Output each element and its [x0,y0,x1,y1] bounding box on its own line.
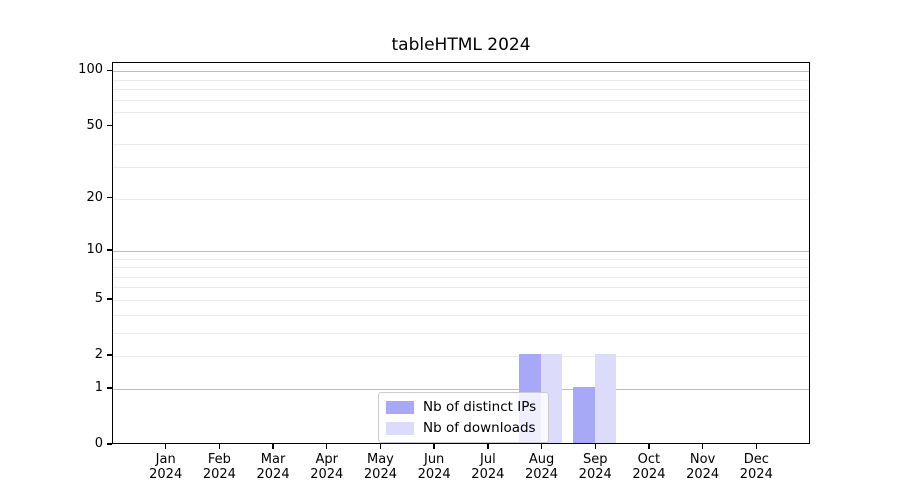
x-tick-May [380,444,381,449]
gridline-7 [113,277,809,278]
x-tick-label-Dec: Dec2024 [726,452,786,482]
legend-label-distinct-ips: Nb of distinct IPs [423,399,536,415]
x-tick-Sep [595,444,596,449]
x-tick-label-year: 2024 [512,467,572,482]
plot-area: Nb of distinct IPs Nb of downloads [112,62,810,444]
x-tick-Apr [326,444,327,449]
x-tick-label-Mar: Mar2024 [243,452,303,482]
x-tick-Dec [756,444,757,449]
y-tick-label-50: 50 [57,119,103,133]
x-tick-label-year: 2024 [243,467,303,482]
x-tick-Jan [165,444,166,449]
y-tick-label-0: 0 [57,437,103,451]
x-tick-label-year: 2024 [673,467,733,482]
x-tick-label-year: 2024 [458,467,518,482]
y-tick-label-1: 1 [57,381,103,395]
legend-row-distinct-ips: Nb of distinct IPs [386,399,536,415]
x-tick-label-year: 2024 [726,467,786,482]
x-tick-Jun [433,444,434,449]
x-tick-label-Aug: Aug2024 [512,452,572,482]
y-tick-label-100: 100 [57,63,103,77]
y-tick-label-2: 2 [57,348,103,362]
y-tick-100 [107,70,112,71]
gridline-100 [113,71,809,72]
gridline-20 [113,199,809,200]
x-tick-label-May: May2024 [350,452,410,482]
y-tick-1 [107,387,112,388]
x-tick-label-year: 2024 [189,467,249,482]
y-tick-label-20: 20 [57,191,103,205]
y-tick-50 [107,125,112,126]
gridline-60 [113,112,809,113]
x-tick-label-year: 2024 [136,467,196,482]
gridline-90 [113,80,809,81]
gridline-80 [113,89,809,90]
legend-row-downloads: Nb of downloads [386,420,536,436]
x-tick-label-Nov: Nov2024 [673,452,733,482]
y-tick-2 [107,354,112,355]
gridline-40 [113,144,809,145]
legend-swatch-downloads [386,422,414,435]
gridline-6 [113,287,809,288]
gridline-30 [113,167,809,168]
y-tick-label-5: 5 [57,292,103,306]
x-tick-label-Jun: Jun2024 [404,452,464,482]
gridline-5 [113,300,809,301]
x-tick-label-year: 2024 [404,467,464,482]
gridline-3 [113,333,809,334]
x-tick-Feb [219,444,220,449]
gridline-9 [113,259,809,260]
x-tick-label-Jul: Jul2024 [458,452,518,482]
legend-swatch-distinct-ips [386,401,414,414]
x-tick-label-Apr: Apr2024 [297,452,357,482]
y-tick-label-10: 10 [57,243,103,257]
x-tick-Oct [648,444,649,449]
x-tick-label-year: 2024 [297,467,357,482]
x-tick-label-year: 2024 [350,467,410,482]
x-tick-label-year: 2024 [565,467,625,482]
gridline-4 [113,315,809,316]
y-tick-10 [107,249,112,250]
gridline-1 [113,389,809,390]
legend: Nb of distinct IPs Nb of downloads [378,392,549,443]
gridline-2 [113,356,809,357]
x-tick-label-Oct: Oct2024 [619,452,679,482]
y-tick-5 [107,298,112,299]
gridline-8 [113,267,809,268]
x-tick-label-Jan: Jan2024 [136,452,196,482]
x-tick-Mar [272,444,273,449]
bar-distinct-ips-Sep [573,387,595,443]
x-tick-label-Sep: Sep2024 [565,452,625,482]
x-tick-Jul [487,444,488,449]
chart-title: tableHTML 2024 [112,35,810,55]
legend-label-downloads: Nb of downloads [423,420,536,436]
x-tick-Aug [541,444,542,449]
bar-downloads-Sep [595,354,617,443]
gridline-10 [113,251,809,252]
y-tick-20 [107,197,112,198]
x-tick-label-year: 2024 [619,467,679,482]
x-tick-Nov [702,444,703,449]
gridline-70 [113,100,809,101]
figure: tableHTML 2024 Nb of distinct IPs Nb of … [0,0,900,500]
y-tick-0 [107,443,112,444]
x-tick-label-Feb: Feb2024 [189,452,249,482]
